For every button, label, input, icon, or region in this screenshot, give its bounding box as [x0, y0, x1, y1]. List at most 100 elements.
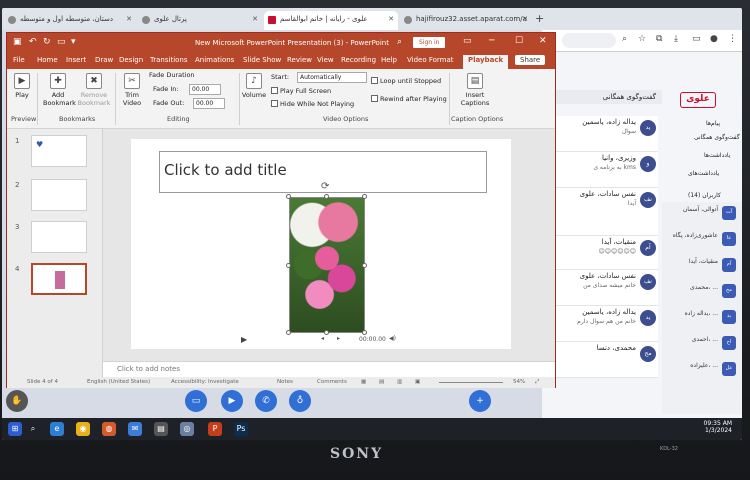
screen-share-button[interactable]: ▭ — [185, 390, 207, 412]
rotate-handle-icon[interactable]: ⟳ — [321, 181, 329, 192]
tab-design[interactable]: Design — [119, 56, 143, 64]
notes-pane[interactable]: Click to add notes — [103, 361, 555, 377]
slide-thumbnail-4[interactable] — [31, 263, 87, 295]
start-dropdown[interactable]: Automatically — [297, 72, 367, 83]
profile-icon[interactable]: ● — [710, 34, 718, 44]
sidebar-icon[interactable]: ▭ — [692, 34, 701, 44]
play-full-screen-checkbox[interactable]: Play Full Screen — [271, 87, 331, 95]
add-bookmark-button[interactable]: ✚ Add Bookmark — [43, 73, 76, 107]
system-clock[interactable]: 09:35 AM 1/3/2024 — [704, 420, 732, 434]
hide-while-not-playing-checkbox[interactable]: Hide While Not Playing — [271, 100, 354, 108]
start-icon[interactable]: ⊞ — [8, 422, 22, 436]
camera-button[interactable]: ▶ — [221, 390, 243, 412]
remove-bookmark-button[interactable]: ✖ Remove Bookmark — [77, 73, 111, 107]
zoom-icon[interactable]: ⌕ — [622, 34, 627, 44]
tab-playback[interactable]: Playback — [463, 55, 509, 69]
tab-recording[interactable]: Recording — [341, 56, 376, 64]
firefox-icon[interactable]: ◍ — [102, 422, 116, 436]
tab-view[interactable]: View — [317, 56, 334, 64]
tab-home[interactable]: Home — [37, 56, 58, 64]
slide-show-icon[interactable]: ▣ — [415, 379, 420, 385]
search-icon[interactable]: ⌕ — [397, 37, 402, 47]
side-label[interactable]: گفت‌وگوی همگانی — [694, 134, 740, 141]
tab-animations[interactable]: Animations — [195, 56, 234, 64]
step-forward-icon[interactable]: ▸ — [337, 335, 340, 342]
zoom-level[interactable]: 54% — [513, 379, 525, 385]
ribbon-display-icon[interactable]: ▭ — [463, 36, 472, 46]
app-icon[interactable]: ◎ — [180, 422, 194, 436]
address-bar[interactable] — [562, 33, 616, 48]
new-tab-button[interactable]: + — [535, 12, 544, 25]
tab-file[interactable]: File — [13, 56, 25, 64]
minimize-icon[interactable]: ─ — [489, 36, 494, 46]
close-tab-icon[interactable]: ✕ — [252, 15, 258, 23]
bookmark-star-icon[interactable]: ☆ — [638, 34, 646, 44]
menu-icon[interactable]: ⋮ — [728, 34, 737, 44]
redo-icon[interactable]: ↻ — [43, 37, 51, 47]
play-button[interactable]: ▶ Play — [11, 73, 33, 99]
search-icon[interactable]: ⌕ — [26, 422, 40, 436]
phone-button[interactable]: ✆ — [255, 390, 277, 412]
insert-captions-button[interactable]: ▤ Insert Captions — [455, 73, 495, 107]
save-icon[interactable]: ▣ — [13, 37, 22, 47]
list-item[interactable]: عاشوری‌زاده، پگاه عا — [666, 230, 738, 252]
step-back-icon[interactable]: ◂ — [321, 335, 324, 342]
tab-help[interactable]: Help — [381, 56, 397, 64]
browser-tab-4[interactable]: hajifirouz32.asset.aparat.com/a ✕ — [400, 11, 532, 30]
notes-button[interactable]: Notes — [277, 379, 293, 385]
close-tab-icon[interactable]: ✕ — [522, 15, 528, 23]
customize-icon[interactable]: ▾ — [71, 37, 76, 47]
list-item[interactable]: آتوالی، آسمان آت — [666, 204, 738, 226]
browser-tab-3[interactable]: علوی - رایانه | خانم ابوالقاسم ✕ — [264, 11, 398, 30]
add-button[interactable]: + — [469, 390, 491, 412]
normal-view-icon[interactable]: ▦ — [361, 379, 366, 385]
browser-tab-1[interactable]: دستان، متوسطه اول و متوسطه ✕ — [4, 11, 136, 30]
slide-thumbnail-3[interactable] — [31, 221, 87, 253]
flower-video[interactable] — [289, 197, 365, 333]
slide-sorter-icon[interactable]: ▤ — [379, 379, 384, 385]
chrome-icon[interactable]: ◉ — [76, 422, 90, 436]
slide-thumbnail-1[interactable]: ♥ — [31, 135, 87, 167]
share-button[interactable]: Share — [515, 55, 546, 65]
microphone-button[interactable]: ♁ — [289, 390, 311, 412]
resize-handle[interactable] — [324, 194, 329, 199]
language-status[interactable]: English (United States) — [87, 379, 150, 385]
list-item[interactable]: منقیات، آیدا آم — [666, 256, 738, 278]
tab-draw[interactable]: Draw — [95, 56, 113, 64]
tab-slide-show[interactable]: Slide Show — [243, 56, 281, 64]
list-item[interactable]: محمدی، ... مح — [666, 282, 738, 304]
fit-slide-icon[interactable]: ⤢ — [535, 379, 539, 386]
list-item[interactable]: یداله زاده، ... ید — [666, 308, 738, 330]
tab-review[interactable]: Review — [287, 56, 312, 64]
zoom-slider[interactable] — [439, 382, 503, 383]
slide-thumbnail-2[interactable] — [31, 179, 87, 211]
edge-icon[interactable]: e — [50, 422, 64, 436]
mute-icon[interactable]: ◀) — [389, 335, 396, 342]
browser-tab-2[interactable]: پرتال علوی ✕ — [138, 11, 262, 30]
close-icon[interactable]: ✕ — [539, 36, 547, 46]
resize-handle[interactable] — [286, 194, 291, 199]
resize-handle[interactable] — [362, 194, 367, 199]
files-icon[interactable]: ▤ — [154, 422, 168, 436]
fade-in-input[interactable]: 00.00 — [189, 84, 221, 95]
extensions-icon[interactable]: ⧉ — [656, 34, 662, 44]
sign-in-button[interactable]: Sign in — [413, 37, 446, 48]
accessibility-status[interactable]: Accessibility: Investigate — [171, 379, 239, 385]
tab-video-format[interactable]: Video Format — [407, 56, 454, 64]
powerpoint-icon[interactable]: P — [208, 422, 222, 436]
volume-button[interactable]: ♪ Volume — [241, 73, 267, 99]
close-tab-icon[interactable]: ✕ — [388, 15, 394, 23]
reading-view-icon[interactable]: ▥ — [397, 379, 402, 385]
list-item[interactable]: احمدی، ... اح — [666, 334, 738, 356]
side-label[interactable]: یادداشت‌های — [688, 170, 719, 177]
downloads-icon[interactable]: ⤓ — [674, 34, 678, 44]
raise-hand-button[interactable]: ✋ — [6, 390, 28, 412]
resize-handle[interactable] — [362, 263, 367, 268]
maximize-icon[interactable]: ☐ — [515, 36, 523, 46]
tab-insert[interactable]: Insert — [66, 56, 86, 64]
list-item[interactable]: علیزاده، ... عل — [666, 360, 738, 382]
close-tab-icon[interactable]: ✕ — [126, 15, 132, 23]
rewind-after-playing-checkbox[interactable]: Rewind after Playing — [371, 95, 447, 103]
media-play-icon[interactable]: ▶ — [241, 335, 247, 344]
loop-until-stopped-checkbox[interactable]: Loop until Stopped — [371, 77, 441, 85]
